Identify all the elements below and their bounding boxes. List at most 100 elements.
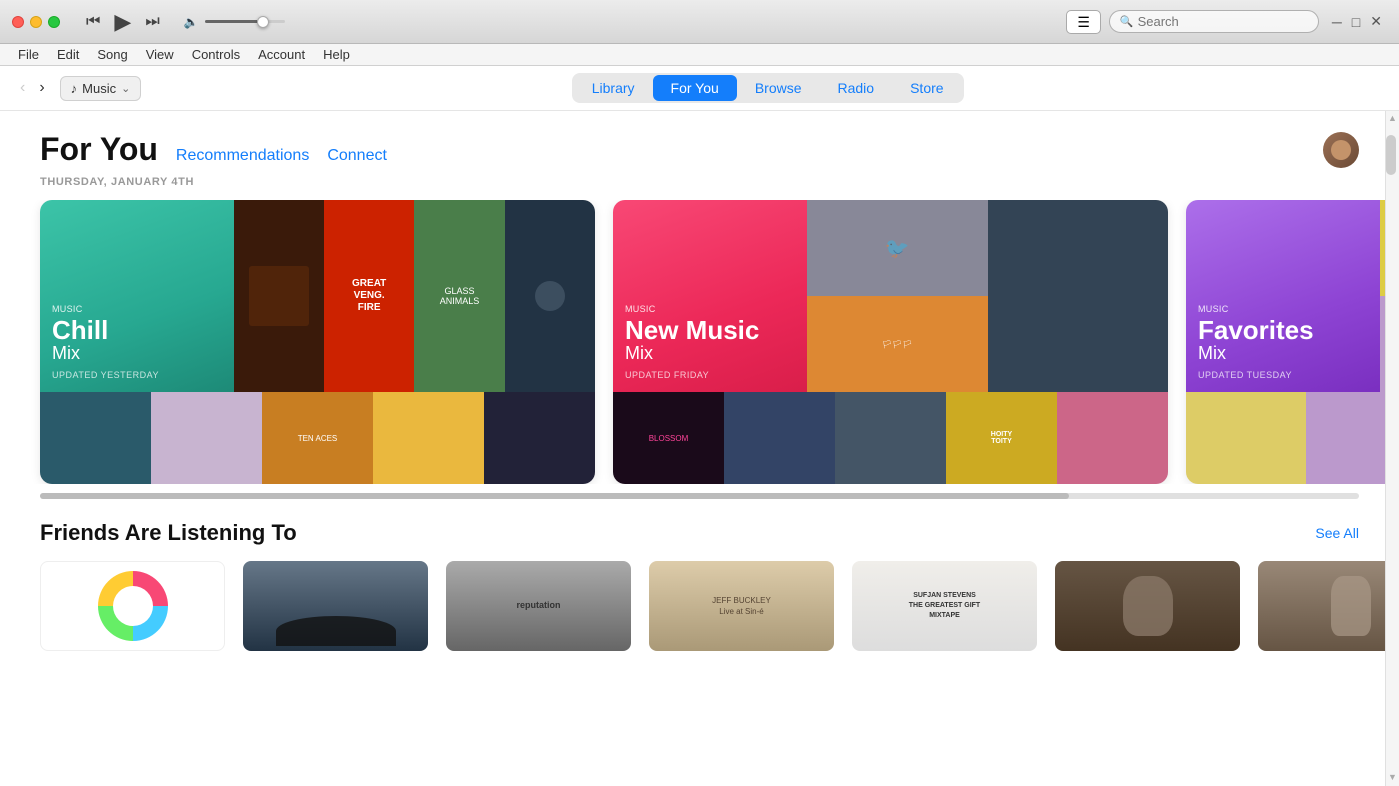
new-music-type: Mix: [625, 343, 795, 364]
fast-forward-button[interactable]: ⏭: [145, 13, 159, 31]
menu-help[interactable]: Help: [315, 45, 358, 64]
nav-arrows: ‹ ›: [15, 77, 50, 99]
nm-art-3-text: 🏳🏳🏳: [882, 340, 912, 349]
nm-bottom-4-inner: HOITYTOITY: [946, 392, 1057, 484]
nm-bottom-1: BLOSSOM: [613, 392, 724, 484]
friend-album-4[interactable]: JEFF BUCKLEYLive at Sin-é: [649, 561, 834, 651]
tab-group: Library For You Browse Radio Store: [151, 73, 1384, 103]
menu-account[interactable]: Account: [250, 45, 313, 64]
chrome-right: ☰ 🔍 ─ □ ✕: [979, 10, 1399, 34]
friends-header: Friends Are Listening To See All: [40, 520, 1359, 546]
nm-art-1-icon: 🐦: [885, 236, 910, 261]
friends-section: Friends Are Listening To See All: [0, 500, 1399, 546]
friend-album-5[interactable]: SUFJAN STEVENSTHE GREATEST GIFTMIXTAPE: [852, 561, 1037, 651]
connect-link[interactable]: Connect: [327, 147, 387, 165]
art-dark-album: [234, 200, 324, 392]
new-music-card[interactable]: MUSIC New Music Mix UPDATED FRIDAY 🐦: [613, 200, 1168, 484]
friend-art-7: [1258, 561, 1399, 651]
art-extra-inner: [535, 281, 565, 311]
buckley-inner: JEFF BUCKLEYLive at Sin-é: [649, 561, 834, 651]
menu-controls[interactable]: Controls: [184, 45, 248, 64]
rewind-button[interactable]: ⏮: [86, 13, 100, 31]
car-art-inner: [243, 561, 428, 651]
volume-slider[interactable]: [205, 20, 285, 23]
os-restore-button[interactable]: □: [1347, 13, 1365, 30]
search-icon: 🔍: [1120, 15, 1134, 28]
car-silhouette: [276, 616, 396, 646]
volume-icon: 🔈: [184, 15, 199, 29]
see-all-link[interactable]: See All: [1315, 525, 1359, 541]
friend-album-6[interactable]: [1055, 561, 1240, 651]
os-close-button[interactable]: ✕: [1365, 13, 1387, 30]
chill-mix-name: Chill: [52, 317, 222, 343]
avatar-image: [1323, 132, 1359, 168]
scroll-track-vertical: [1386, 125, 1399, 770]
library-label: Music: [82, 81, 116, 96]
amy-silhouette: [1331, 576, 1371, 636]
fav-card-top: MUSIC Favorites Mix UPDATED TUESDAY 🌸 💐: [1186, 200, 1399, 392]
nm-bottom-2: [724, 392, 835, 484]
user-avatar[interactable]: [1323, 132, 1359, 168]
art-extra: [505, 200, 595, 392]
vertical-scrollbar[interactable]: ▲ ▼: [1385, 111, 1399, 786]
horizontal-scrollbar[interactable]: [0, 492, 1399, 500]
new-music-right-grid: 🐦 🏳🏳🏳: [807, 200, 1168, 392]
apple-music-logo-inner: [113, 586, 153, 626]
chill-mix-card[interactable]: MUSIC Chill Mix UPDATED YESTERDAY G: [40, 200, 595, 484]
scroll-up-button[interactable]: ▲: [1386, 111, 1399, 125]
friends-section-title: Friends Are Listening To: [40, 520, 297, 546]
tab-for-you[interactable]: For You: [653, 75, 737, 101]
friend-album-7[interactable]: [1258, 561, 1399, 651]
chevron-icon: ⌄: [121, 82, 130, 95]
menu-edit[interactable]: Edit: [49, 45, 87, 64]
section-date: THURSDAY, JANUARY 4TH: [0, 176, 1399, 200]
volume-control: 🔈: [174, 15, 295, 29]
search-input[interactable]: [1138, 14, 1298, 29]
fav-mix-type: Mix: [1198, 343, 1368, 364]
friend-album-2[interactable]: [243, 561, 428, 651]
apple-music-logo: [98, 571, 168, 641]
app-window: ⏮ ▶ ⏭ 🔈 ☰ 🔍 ─: [0, 0, 1399, 786]
nm-bottom-1-inner: BLOSSOM: [613, 392, 724, 484]
apple-music-badge-fav: MUSIC: [1198, 304, 1368, 314]
tab-library[interactable]: Library: [574, 75, 653, 101]
rep-text: reputation: [517, 600, 561, 612]
favorites-mix-card[interactable]: MUSIC Favorites Mix UPDATED TUESDAY 🌸 💐: [1186, 200, 1399, 484]
tab-store[interactable]: Store: [892, 75, 961, 101]
os-window-controls: ─ □ ✕: [1327, 13, 1387, 30]
fav-mix-name: Favorites: [1198, 317, 1368, 343]
nav-forward-button[interactable]: ›: [34, 77, 49, 99]
scroll-down-button[interactable]: ▼: [1386, 770, 1399, 784]
nm-art-1-inner: 🐦: [807, 200, 988, 296]
friend-album-1[interactable]: [40, 561, 225, 651]
page-title: For You: [40, 131, 158, 168]
menu-file[interactable]: File: [10, 45, 47, 64]
friend-art-4: JEFF BUCKLEYLive at Sin-é: [649, 561, 834, 651]
minimize-button[interactable]: [30, 16, 42, 28]
tab-radio[interactable]: Radio: [820, 75, 893, 101]
art-glass-animals: GLASSANIMALS: [414, 200, 504, 392]
nav-bar: ‹ › ♪ Music ⌄ Library For You Browse Rad…: [0, 66, 1399, 111]
library-selector[interactable]: ♪ Music ⌄: [60, 76, 142, 101]
scroll-handle[interactable]: [1386, 135, 1396, 175]
list-view-button[interactable]: ☰: [1066, 10, 1101, 34]
search-box: 🔍: [1109, 10, 1319, 33]
tab-browse[interactable]: Browse: [737, 75, 820, 101]
play-button[interactable]: ▶: [114, 9, 131, 35]
scroll-thumb[interactable]: [40, 493, 1069, 499]
menu-song[interactable]: Song: [89, 45, 135, 64]
chill-card-top: MUSIC Chill Mix UPDATED YESTERDAY G: [40, 200, 595, 392]
title-bar: ⏮ ▶ ⏭ 🔈 ☰ 🔍 ─: [0, 0, 1399, 44]
maximize-button[interactable]: [48, 16, 60, 28]
recommendations-link[interactable]: Recommendations: [176, 147, 309, 165]
os-minimize-button[interactable]: ─: [1327, 13, 1347, 30]
new-music-card-featured: MUSIC New Music Mix UPDATED FRIDAY: [613, 200, 807, 392]
menu-view[interactable]: View: [138, 45, 182, 64]
portrait-inner: [1055, 561, 1240, 651]
volume-thumb[interactable]: [257, 16, 269, 28]
close-button[interactable]: [12, 16, 24, 28]
for-you-title-area: For You Recommendations Connect: [40, 131, 387, 168]
friend-album-3[interactable]: reputation: [446, 561, 631, 651]
nav-back-button[interactable]: ‹: [15, 77, 30, 99]
new-music-card-bottom: BLOSSOM HOITYTOITY: [613, 392, 1168, 484]
